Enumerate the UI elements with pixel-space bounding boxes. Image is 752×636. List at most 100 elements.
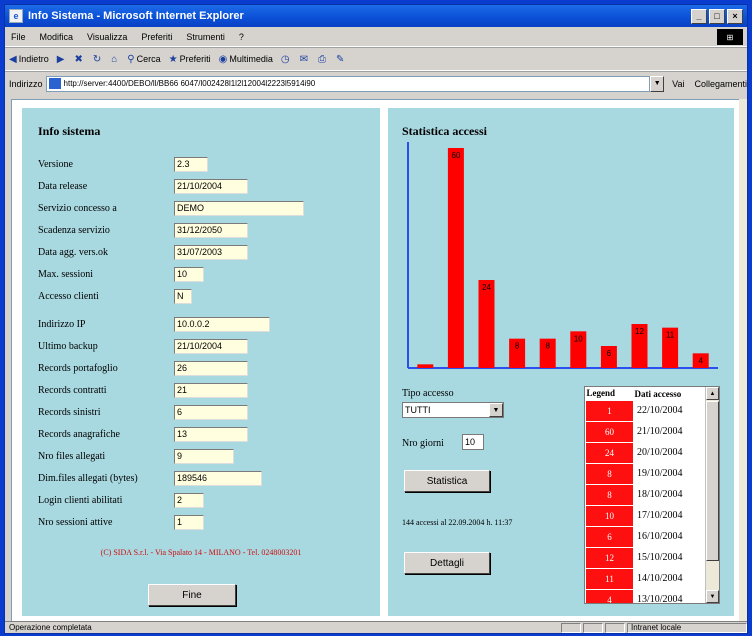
field-value[interactable]: 2.3: [174, 156, 208, 172]
menu-bar: File Modifica Visualizza Preferiti Strum…: [5, 27, 747, 47]
multimedia-button[interactable]: ◉ Multimedia: [219, 54, 273, 65]
scroll-thumb[interactable]: [706, 401, 719, 561]
toolbar: ◀ Indietro ▶ ✖ ↻ ⌂ ⚲ Cerca ★ Preferiti ◉ Mul…: [5, 47, 747, 71]
legend-count: 1: [585, 399, 634, 422]
field-value[interactable]: 31/12/2050: [174, 222, 248, 238]
legend-count: 6: [585, 525, 634, 548]
address-input[interactable]: http://server:4400/DEBO/ll/BB66 6047/l00…: [45, 75, 651, 92]
edit-button[interactable]: ✎: [336, 54, 346, 65]
field-label: Nro files allegati: [38, 450, 106, 462]
legend-count: 60: [585, 420, 634, 443]
legend-row[interactable]: 60 21/10/2004: [585, 420, 705, 443]
field-label: Dim.files allegati (bytes): [38, 472, 138, 484]
legend-count: 8: [585, 462, 634, 485]
forward-button[interactable]: ▶: [57, 54, 67, 65]
print-button[interactable]: ⎙: [318, 54, 328, 65]
status-text: Operazione completata: [9, 623, 92, 632]
address-label: Indirizzo: [9, 78, 43, 89]
menu-help[interactable]: ?: [239, 32, 244, 42]
field-value[interactable]: 21: [174, 382, 248, 398]
field-value[interactable]: DEMO: [174, 200, 304, 216]
page-scrollbar[interactable]: [739, 99, 747, 623]
field-value[interactable]: 31/07/2003: [174, 244, 248, 260]
menu-visualizza[interactable]: Visualizza: [87, 32, 127, 42]
legend-row[interactable]: 8 19/10/2004: [585, 462, 705, 485]
address-dropdown-button[interactable]: ▼: [650, 75, 665, 92]
close-button[interactable]: ×: [727, 8, 743, 24]
field-label: Nro sessioni attive: [38, 516, 113, 528]
go-button[interactable]: Vai: [672, 79, 684, 89]
legend-row[interactable]: 8 18/10/2004: [585, 483, 705, 506]
legend-row[interactable]: 6 16/10/2004: [585, 525, 705, 548]
history-icon: ◷: [280, 53, 290, 65]
legend-scrollbar[interactable]: ▲ ▼: [705, 387, 719, 603]
search-button[interactable]: ⚲ Cerca: [127, 54, 160, 65]
links-button[interactable]: Collegamenti: [694, 79, 747, 89]
forward-arrow-icon: ▶: [56, 53, 65, 65]
legend-row[interactable]: 24 20/10/2004: [585, 441, 705, 464]
field-value[interactable]: 10.0.0.2: [174, 316, 270, 332]
stop-button[interactable]: ✖: [74, 54, 84, 65]
legend-list[interactable]: Legend Dati accesso 1 22/10/2004 60 21/10/2…: [584, 386, 720, 604]
field-label: Versione: [38, 158, 73, 170]
menu-file[interactable]: File: [11, 32, 26, 42]
dettagli-button[interactable]: Dettagli: [404, 552, 490, 574]
field-value[interactable]: 1: [174, 514, 204, 530]
bar-value-label: 4: [698, 356, 703, 365]
copyright-footer: (C) SIDA S.r.l. - Via Spalato 14 - MILAN…: [100, 548, 302, 557]
scroll-up-icon[interactable]: ▲: [706, 387, 719, 400]
legend-row[interactable]: 11 14/10/2004: [585, 567, 705, 590]
chevron-down-icon[interactable]: ▼: [489, 403, 503, 417]
history-button[interactable]: ◷: [281, 54, 292, 65]
field-label: Accesso clienti: [38, 290, 99, 302]
page-content: Info sistema Versione 2.3 Data release 21/…: [11, 99, 743, 623]
legend-count: 8: [585, 483, 634, 506]
field-value[interactable]: 9: [174, 448, 234, 464]
browser-window: e Info Sistema - Microsoft Internet Expl…: [4, 4, 748, 634]
legend-table: Legend Dati accesso 1 22/10/2004 60 21/10/2…: [585, 387, 705, 603]
legend-row[interactable]: 12 15/10/2004: [585, 546, 705, 569]
title-bar: e Info Sistema - Microsoft Internet Expl…: [5, 5, 747, 27]
type-label: Tipo accesso: [402, 388, 454, 399]
maximize-button[interactable]: □: [709, 8, 725, 24]
favorites-button[interactable]: ★ Preferiti: [169, 54, 211, 65]
field-value[interactable]: 26: [174, 360, 248, 376]
home-icon: ⌂: [111, 53, 118, 65]
home-button[interactable]: ⌂: [111, 54, 119, 65]
minimize-button[interactable]: _: [691, 8, 707, 24]
refresh-button[interactable]: ↻: [93, 54, 103, 65]
menu-modifica[interactable]: Modifica: [40, 32, 74, 42]
scroll-down-icon[interactable]: ▼: [706, 590, 719, 603]
menu-preferiti[interactable]: Preferiti: [141, 32, 172, 42]
statistica-button[interactable]: Statistica: [404, 470, 490, 492]
legend-row[interactable]: 1 22/10/2004: [585, 399, 705, 422]
field-label: Records contratti: [38, 384, 107, 396]
field-value[interactable]: 189546: [174, 470, 262, 486]
field-value[interactable]: 21/10/2004: [174, 178, 248, 194]
fine-button[interactable]: Fine: [148, 584, 236, 606]
field-value[interactable]: 21/10/2004: [174, 338, 248, 354]
menu-strumenti[interactable]: Strumenti: [186, 32, 225, 42]
field-value[interactable]: 2: [174, 492, 204, 508]
back-button[interactable]: ◀ Indietro: [9, 54, 49, 65]
favorites-label: Preferiti: [179, 54, 211, 64]
field-value[interactable]: 6: [174, 404, 248, 420]
star-icon: ★: [168, 53, 178, 65]
zone-indicator: Intranet locale: [627, 622, 747, 633]
address-bar: Indirizzo http://server:4400/DEBO/ll/BB6…: [5, 71, 747, 95]
mail-button[interactable]: ✉: [300, 54, 310, 65]
legend-row[interactable]: 10 17/10/2004: [585, 504, 705, 527]
multimedia-label: Multimedia: [229, 54, 273, 64]
legend-row[interactable]: 4 13/10/2004: [585, 588, 705, 603]
access-summary: 144 accessi al 22.09.2004 h. 11:37: [402, 518, 513, 527]
field-value[interactable]: N: [174, 288, 192, 304]
days-input[interactable]: 10: [462, 434, 484, 450]
field-label: Records sinistri: [38, 406, 101, 418]
legend-date: 22/10/2004: [637, 405, 683, 416]
type-select[interactable]: TUTTI ▼: [402, 402, 504, 418]
field-value[interactable]: 10: [174, 266, 204, 282]
status-segment: [583, 622, 603, 633]
field-label: Scadenza servizio: [38, 224, 110, 236]
field-value[interactable]: 13: [174, 426, 248, 442]
status-segment: [561, 622, 581, 633]
